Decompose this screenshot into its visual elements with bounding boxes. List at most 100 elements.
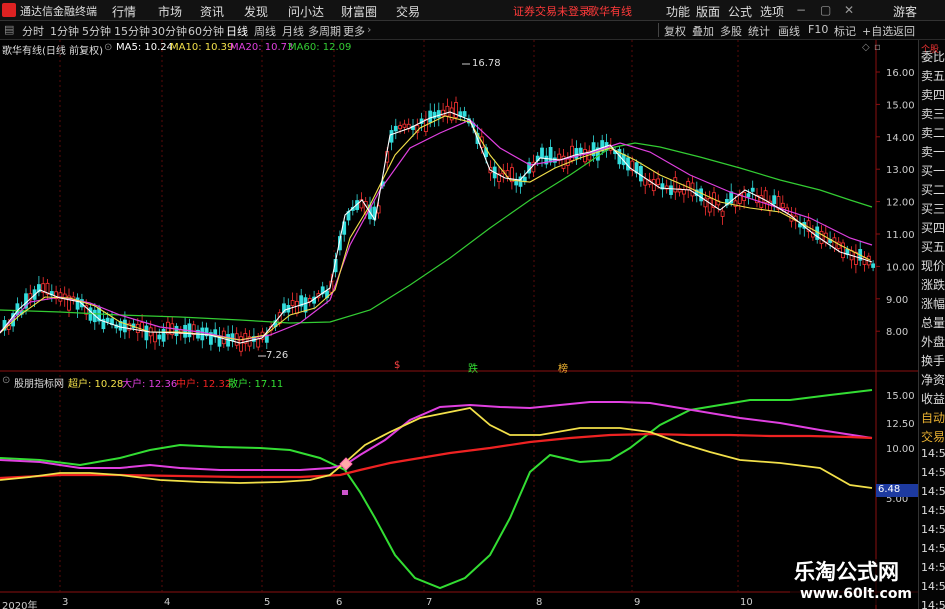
- panel-label-19: 自动: [921, 411, 945, 425]
- price-tick-label: 15.00: [886, 100, 915, 111]
- toolbar-toggle-icon[interactable]: ▤: [4, 23, 14, 36]
- candlesticks: [2, 96, 875, 357]
- menu-item-shichang[interactable]: 市场: [158, 3, 182, 20]
- ma10-line: [0, 115, 871, 341]
- date-label-5: 5: [264, 597, 271, 608]
- panel-label-18: 收益: [921, 392, 945, 406]
- menu-item-gongshi[interactable]: 公式: [728, 3, 752, 20]
- menu-item-hangqing[interactable]: 行情: [112, 3, 136, 20]
- candle-body: [256, 338, 261, 348]
- panel-label-6: 买一: [921, 164, 945, 178]
- watermark-url: www.60lt.com: [800, 586, 913, 602]
- candle-body: [123, 319, 127, 333]
- menu-item-caifuquan[interactable]: 财富圈: [341, 3, 377, 20]
- chart-close-icon[interactable]: ▫: [874, 42, 881, 53]
- menu-item-wenxiaoda[interactable]: 问小达: [288, 3, 324, 20]
- period-5min[interactable]: 5分钟: [82, 23, 111, 39]
- date-label-2020: 2020年: [2, 601, 38, 609]
- period-month[interactable]: 月线: [282, 23, 304, 39]
- low-price-label: 7.26: [266, 350, 289, 361]
- panel-label-13: 涨幅: [921, 297, 945, 311]
- period-1min[interactable]: 1分钟: [50, 23, 79, 39]
- login-status-alert[interactable]: 证券交易未登录: [513, 3, 590, 19]
- menu-item-gongneng[interactable]: 功能: [666, 3, 690, 20]
- price-tick-label: 14.00: [886, 133, 915, 144]
- indicator-dropdown-icon[interactable]: ⊙: [2, 375, 10, 386]
- date-label-8: 8: [536, 597, 543, 608]
- candle-body: [402, 123, 407, 128]
- event-marker-2[interactable]: 跌: [468, 360, 478, 375]
- date-label-6: 6: [336, 597, 343, 608]
- candle-body: [174, 325, 179, 337]
- menu-item-zixun[interactable]: 资讯: [200, 3, 224, 20]
- candle-body: [294, 300, 299, 314]
- legend-small: 散户: 17.11: [228, 379, 284, 390]
- candle-body: [639, 166, 643, 182]
- menu-item-xuanxiang[interactable]: 选项: [760, 3, 784, 20]
- panel-label-20: 交易: [921, 430, 945, 444]
- candle-body: [239, 336, 243, 352]
- menu-item-banmian[interactable]: 版面: [696, 3, 720, 20]
- period-fenshi[interactable]: 分时: [22, 23, 44, 39]
- period-more[interactable]: 更多: [343, 23, 365, 39]
- guest-user[interactable]: 游客: [893, 3, 917, 20]
- app-title: 通达信金融终端: [20, 5, 97, 18]
- panel-label-14: 总量: [921, 316, 945, 330]
- candle-body: [557, 153, 562, 160]
- more-chevron-icon[interactable]: ›: [367, 23, 371, 36]
- period-week[interactable]: 周线: [254, 23, 276, 39]
- small-investor-line: [0, 389, 873, 590]
- period-toolbar: ▤ 分时 1分钟 5分钟 15分钟 30分钟 60分钟 日线 周线 月线 多周期…: [0, 21, 945, 40]
- date-label-3: 3: [62, 597, 69, 608]
- pin-icon[interactable]: ◇: [862, 42, 870, 53]
- btn-duogu[interactable]: 多股: [720, 23, 742, 39]
- event-marker-3[interactable]: 榜: [558, 360, 568, 375]
- candle-body: [462, 111, 467, 117]
- menu-item-faxian[interactable]: 发现: [244, 3, 268, 20]
- candle-body: [144, 325, 149, 341]
- period-day[interactable]: 日线: [226, 23, 248, 39]
- panel-label-11: 现价: [921, 259, 945, 273]
- candle-body: [161, 328, 166, 342]
- menu-item-jiaoyi[interactable]: 交易: [396, 3, 420, 20]
- candle-body: [819, 230, 824, 244]
- candle-body: [183, 324, 188, 338]
- btn-huaxian[interactable]: 画线: [778, 23, 800, 39]
- panel-label-7: 买二: [921, 183, 945, 197]
- candle-body: [682, 189, 686, 195]
- high-price-label: 16.78: [472, 58, 501, 69]
- panel-label-17: 净资: [921, 373, 945, 387]
- panel-label-22: 14:56: [921, 466, 945, 479]
- restore-icon[interactable]: ▢: [820, 3, 831, 17]
- panel-label-3: 卖三: [921, 107, 945, 121]
- main-chart-title: 歌华有线(日线 前复权): [2, 46, 103, 57]
- legend-ma10: MA10: 10.39: [170, 42, 234, 53]
- period-15min[interactable]: 15分钟: [114, 23, 150, 39]
- event-marker-1[interactable]: $: [394, 360, 400, 371]
- indicator-tick-label: 12.50: [886, 419, 915, 430]
- close-icon[interactable]: ✕: [844, 3, 854, 17]
- btn-fuquan[interactable]: 复权: [664, 23, 686, 39]
- btn-biaoji[interactable]: 标记: [834, 23, 856, 39]
- date-label-7: 7: [426, 597, 433, 608]
- kline-chart[interactable]: 16.00 15.00 14.00 13.00 12.00 11.00 10.00 9.00 8…: [0, 40, 918, 609]
- super-investor-line: [0, 407, 873, 489]
- period-60min[interactable]: 60分钟: [188, 23, 224, 39]
- btn-tongji[interactable]: 统计: [748, 23, 770, 39]
- legend-dropdown-icon[interactable]: ⊙: [104, 42, 112, 53]
- btn-add-watchlist[interactable]: +自选: [862, 23, 893, 39]
- period-multi[interactable]: 多周期: [308, 23, 341, 39]
- btn-diejia[interactable]: 叠加: [692, 23, 714, 39]
- indicator-title: 股朋指标网: [14, 379, 64, 390]
- price-tick-label: 10.00: [886, 262, 915, 273]
- minimize-icon[interactable]: −: [796, 3, 806, 17]
- indicator-value-box: 6.48: [876, 484, 918, 497]
- panel-label-25: 14:56: [921, 523, 945, 536]
- btn-back[interactable]: 返回: [893, 23, 915, 39]
- price-tick-label: 12.00: [886, 198, 915, 209]
- quote-side-panel: 个股 委比 卖五 卖四 卖三 卖二 卖一 买一 买二 买三 买四 买五 现价 涨跌 涨幅 总量 外盘 换手 净资收…: [918, 40, 945, 609]
- panel-label-9: 买四: [921, 221, 945, 235]
- current-stock-alert[interactable]: 歌华有线: [588, 3, 632, 19]
- period-30min[interactable]: 30分钟: [151, 23, 187, 39]
- btn-f10[interactable]: F10: [808, 23, 828, 36]
